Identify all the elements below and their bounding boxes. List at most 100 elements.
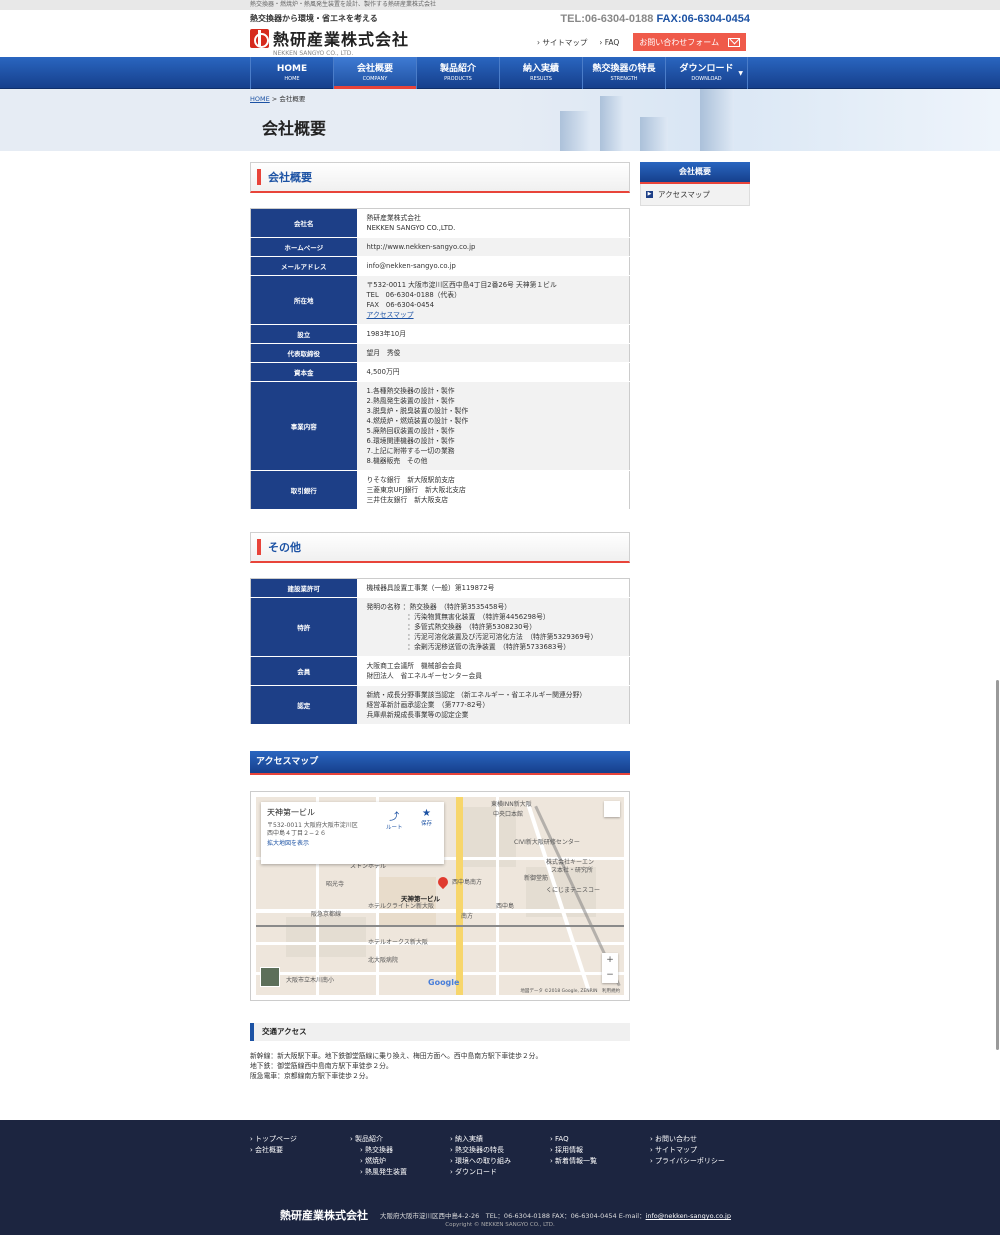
table-row: 特許 発明の名称 ：熱交換器 （特許第3535458号） ：汚染物質無害化装置 （… — [250, 597, 630, 657]
traffic-line: 地下鉄：御堂筋線西中島南方駅下車徒歩２分。 — [250, 1062, 393, 1070]
zoom-in-icon[interactable]: + — [602, 953, 618, 968]
row-value-line: 大阪商工会議所 機械部会会員 — [366, 662, 462, 670]
footer-email-link[interactable]: info@nekken-sangyo.co.jp — [646, 1212, 731, 1220]
row-value-line: 三菱東京UFJ銀行 新大阪北支店 — [366, 486, 466, 494]
route-button[interactable]: ⤴ ルート — [386, 808, 403, 831]
row-label: 取引銀行 — [250, 470, 357, 510]
logo-mark-icon — [250, 28, 269, 48]
breadcrumb-current: 会社概要 — [279, 95, 306, 103]
nav-item-strength[interactable]: 熱交換器の特長 STRENGTH — [582, 57, 665, 89]
row-value-line: 望月 秀俊 — [366, 349, 401, 357]
row-label: 会員 — [250, 656, 357, 686]
site-logo[interactable]: 熱交換器から環境・省エネを考える 熱研産業株式会社 NEKKEN SANGYO … — [250, 14, 430, 57]
row-label: 所在地 — [250, 275, 357, 325]
row-value-line: 1983年10月 — [366, 330, 407, 338]
nav-sublabel: HOME — [284, 75, 300, 82]
footer-link[interactable]: サイトマップ — [650, 1145, 725, 1156]
map-label: CIVI新大阪研修センター — [514, 839, 580, 846]
footer-link[interactable]: 採用情報 — [550, 1145, 597, 1156]
row-label: 設立 — [250, 324, 357, 344]
breadcrumb: HOME > 会社概要 — [250, 93, 305, 103]
map-place-card: 天神第一ビル 〒532-0011 大阪府大阪市淀川区西中島４丁目２−２６ 拡大地… — [261, 802, 444, 864]
rail-line — [256, 925, 624, 927]
row-label: 建設業許可 — [250, 578, 357, 598]
footer-link[interactable]: FAQ — [550, 1134, 597, 1145]
row-value: 新統・成長分野事業該当認定 （新エネルギー・省エネルギー関連分野） 経営革新計画承… — [356, 685, 630, 725]
mail-icon — [728, 37, 741, 47]
hero-building — [600, 96, 624, 151]
chevron-right-icon: ▶ — [646, 191, 653, 198]
row-value-line: 経営革新計画承認企業 （第777-82号） — [366, 701, 490, 709]
row-value: 1983年10月 — [356, 324, 630, 344]
map-label: 南方 — [461, 913, 474, 920]
scrollbar[interactable] — [996, 680, 999, 1050]
table-row: 設立 1983年10月 — [250, 324, 630, 344]
map-attribution[interactable]: 地図データ ©2018 Google, ZENRIN 利用規約 — [520, 988, 620, 994]
nav-item-download[interactable]: ダウンロード DOWNLOAD ▼ — [665, 57, 748, 89]
footer-address-text: 大阪府大阪市淀川区西中島4-2-26 TEL：06-6304-0188 FAX：… — [380, 1212, 646, 1220]
map-label: 昭光寺 — [326, 881, 345, 888]
contact-form-button[interactable]: お問い合わせフォーム — [633, 33, 747, 51]
map-label: 西中島南方 — [452, 879, 483, 886]
footer-link[interactable]: 環境への取り組み — [450, 1156, 511, 1167]
footer-sublink[interactable]: 熱風発生装置 — [350, 1167, 407, 1178]
nav-item-results[interactable]: 納入実績 RESULTS — [499, 57, 582, 89]
footer-sublink[interactable]: 燃焼炉 — [350, 1156, 407, 1167]
footer-link[interactable]: 製品紹介 — [350, 1134, 407, 1145]
nav-label: 製品紹介 — [439, 63, 476, 74]
row-label: メールアドレス — [250, 256, 357, 276]
sidebar-title: 会社概要 — [640, 162, 750, 184]
row-value-line: NEKKEN SANGYO CO.,LTD. — [366, 224, 456, 232]
company-info-table: 会社名 熱研産業株式会社 NEKKEN SANGYO CO.,LTD. ホームページ h… — [250, 208, 630, 510]
footer-column: トップページ会社概要 — [250, 1134, 297, 1156]
nav-label: 会社概要 — [356, 63, 393, 74]
footer-sublink[interactable]: 熱交換器 — [350, 1145, 407, 1156]
map-label: 新御堂筋 — [524, 875, 549, 882]
row-value: 大阪商工会議所 機械部会会員 財団法人 省エネルギーセンター会員 — [356, 656, 630, 686]
row-value-line: 1.各種熱交換器の設計・製作 — [366, 387, 455, 395]
fullscreen-icon[interactable] — [604, 801, 620, 817]
heading-accent — [257, 169, 261, 185]
sitemap-link[interactable]: サイトマップ — [537, 37, 587, 48]
row-label: 事業内容 — [250, 381, 357, 471]
row-label: 資本金 — [250, 362, 357, 382]
fax-number: FAX:06-6304-0454 — [656, 13, 750, 25]
zoom-out-icon[interactable]: − — [602, 968, 618, 983]
footer-link[interactable]: 会社概要 — [250, 1145, 297, 1156]
footer-link[interactable]: 新着情報一覧 — [550, 1156, 597, 1167]
section-heading-company: 会社概要 — [250, 162, 630, 193]
access-map-heading: アクセスマップ — [250, 751, 630, 775]
nav-sublabel: RESULTS — [530, 75, 552, 82]
larger-map-link[interactable]: 拡大地図を表示 — [267, 840, 309, 847]
chevron-down-icon: ▼ — [738, 70, 743, 77]
row-value-line: 8.機器販売 その他 — [366, 457, 428, 465]
footer-address: 大阪府大阪市淀川区西中島4-2-26 TEL：06-6304-0188 FAX：… — [380, 1210, 731, 1220]
route-icon: ⤴ — [389, 812, 400, 823]
row-value-line: 新統・成長分野事業該当認定 （新エネルギー・省エネルギー関連分野） — [366, 691, 587, 699]
footer-link[interactable]: プライバシーポリシー — [650, 1156, 725, 1167]
hero-building — [700, 89, 734, 151]
main-road — [456, 797, 463, 995]
faq-link[interactable]: FAQ — [599, 38, 620, 47]
footer-link[interactable]: 納入実績 — [450, 1134, 511, 1145]
sidebar-item-access-map[interactable]: ▶ アクセスマップ — [640, 184, 750, 206]
satellite-toggle[interactable] — [260, 967, 280, 987]
embedded-map[interactable]: 東横INN新大阪 中央口本館 CIVI新大阪研修センター 株式会社キーエン ス本社・研究… — [256, 797, 624, 995]
footer-link[interactable]: お問い合わせ — [650, 1134, 725, 1145]
table-row: 所在地 〒532-0011 大阪市淀川区西中島4丁目2番26号 天神第１ビル TEL… — [250, 275, 630, 325]
breadcrumb-home[interactable]: HOME — [250, 95, 270, 103]
nav-item-home[interactable]: HOME HOME — [250, 57, 333, 89]
row-value-line: 〒532-0011 大阪市淀川区西中島4丁目2番26号 天神第１ビル — [366, 281, 557, 289]
header-nav: サイトマップ FAQ お問い合わせフォーム — [537, 33, 747, 51]
nav-item-company[interactable]: 会社概要 COMPANY — [333, 57, 416, 89]
footer-link[interactable]: 熱交換器の特長 — [450, 1145, 511, 1156]
top-tagline-bar: 熱交換器・燃焼炉・熱風発生装置を設計、製作する熱研産業株式会社 — [0, 0, 1000, 10]
row-value-line: FAX 06-6304-0454 — [366, 301, 435, 309]
footer-link[interactable]: トップページ — [250, 1134, 297, 1145]
save-button[interactable]: ★ 保存 — [421, 808, 432, 827]
footer-company-name: 熱研産業株式会社 — [280, 1209, 368, 1222]
table-row: ホームページ http://www.nekken-sangyo.co.jp — [250, 237, 630, 257]
nav-item-products[interactable]: 製品紹介 PRODUCTS — [416, 57, 499, 89]
access-map-link[interactable]: アクセスマップ — [367, 310, 620, 320]
footer-link[interactable]: ダウンロード — [450, 1167, 511, 1178]
